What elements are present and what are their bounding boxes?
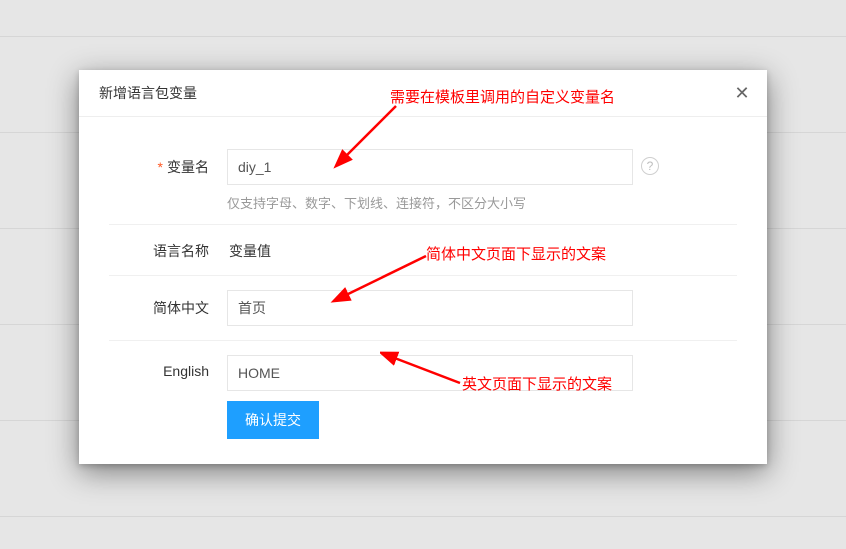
close-icon: ✕ [734,83,749,104]
modal-title: 新增语言包变量 [99,83,197,103]
col-header-variable-value: 变量值 [227,241,737,261]
submit-button[interactable]: 确认提交 [227,401,319,439]
value-input-en[interactable] [227,355,633,391]
value-input-zh[interactable] [227,290,633,326]
form-row-en: English 确认提交 [109,341,737,443]
modal-header: 新增语言包变量 ✕ [79,70,767,117]
variable-name-input[interactable] [227,149,633,185]
help-icon[interactable]: ? [641,157,659,175]
close-button[interactable]: ✕ [731,82,753,104]
lang-label-en: English [109,355,227,439]
lang-label-zh: 简体中文 [109,290,227,326]
modal-dialog: 新增语言包变量 ✕ *变量名 ? 仅支持字母、数字、下划线、连接符，不区分大小写… [79,70,767,464]
form-row-variable-name: *变量名 ? 仅支持字母、数字、下划线、连接符，不区分大小写 [109,127,737,225]
form-row-zh: 简体中文 [109,276,737,341]
required-star-icon: * [158,159,163,175]
col-header-language-name: 语言名称 [109,241,227,261]
variable-name-label: *变量名 [109,149,227,212]
modal-body: *变量名 ? 仅支持字母、数字、下划线、连接符，不区分大小写 语言名称 变量值 … [79,117,767,443]
variable-name-hint: 仅支持字母、数字、下划线、连接符，不区分大小写 [227,193,737,212]
column-headers: 语言名称 变量值 [109,225,737,276]
